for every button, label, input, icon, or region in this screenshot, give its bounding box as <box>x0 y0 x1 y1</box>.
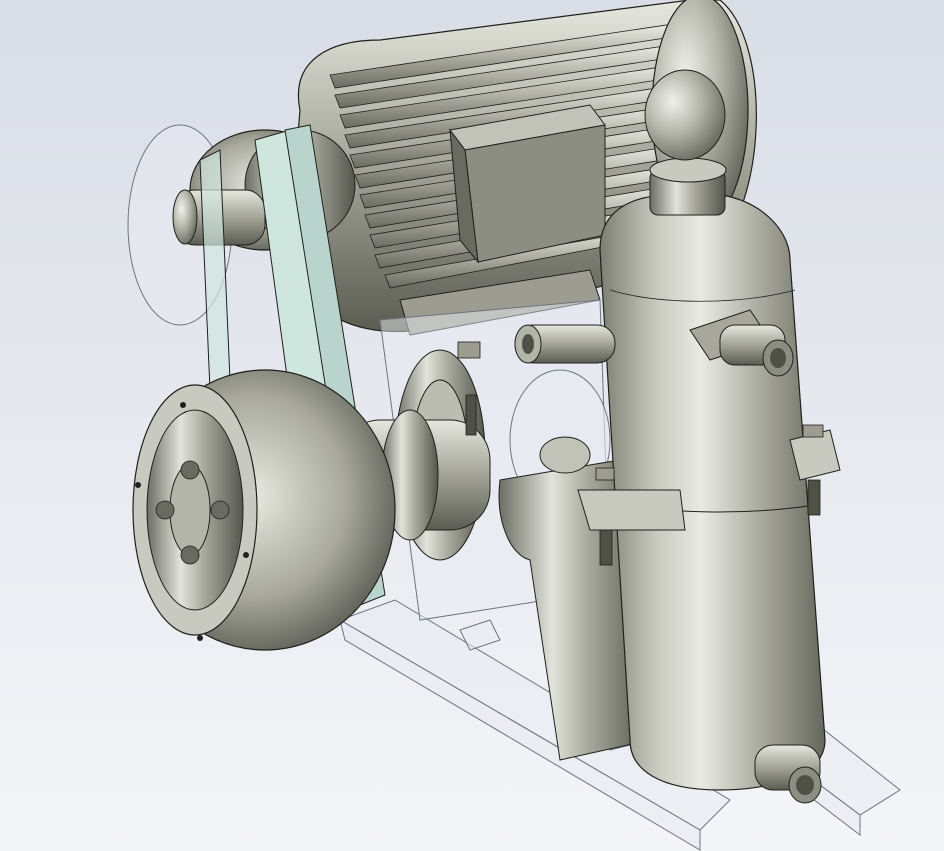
connector-tube[interactable] <box>514 324 616 364</box>
cad-3d-viewport[interactable] <box>0 0 944 851</box>
bolt-icon <box>595 467 615 481</box>
spring-icon <box>599 529 613 566</box>
bolt-icon <box>802 424 824 438</box>
spring-icon <box>807 479 821 516</box>
tank-top-fitting[interactable] <box>644 69 727 216</box>
terminal-box[interactable] <box>449 104 606 264</box>
compressor-pulley[interactable] <box>132 369 396 651</box>
assembly-scene[interactable] <box>0 0 944 851</box>
pressure-cap <box>644 69 726 161</box>
bolt-icon <box>457 341 481 359</box>
spring-icon <box>465 394 477 436</box>
